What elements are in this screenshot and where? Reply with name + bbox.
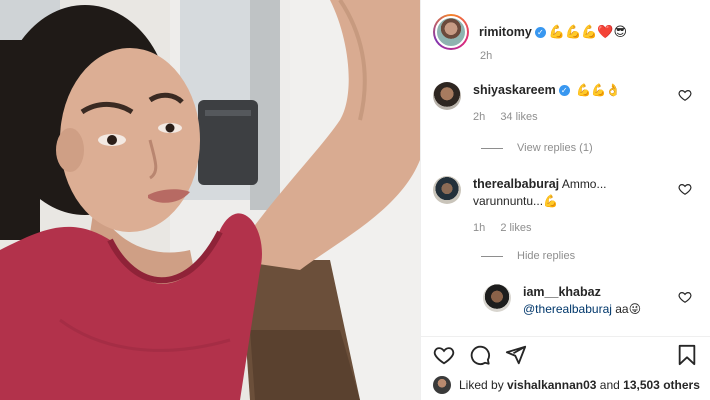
post-header: rimitomy ✓ 💪💪💪❤️😎 — [433, 14, 627, 50]
comment-item: therealbaburaj Ammo... varunnuntu...💪 1h… — [433, 176, 698, 237]
liked-by-mid: and — [599, 378, 620, 392]
view-replies-label: View replies (1) — [517, 142, 593, 154]
post-actions-bar — [421, 336, 710, 372]
reply-text: aa😜 — [611, 302, 642, 316]
reply-body: iam__khabaz @therealbaburaj aa😜 — [523, 284, 698, 318]
comment-item: shiyaskareem ✓ 💪💪👌 2h 34 likes — [433, 82, 698, 126]
comment-time[interactable]: 1h — [473, 222, 485, 234]
owner-username[interactable]: rimitomy — [479, 25, 532, 39]
post-frame: rimitomy ✓ 💪💪💪❤️😎 2h shiyaskareem ✓ 💪💪👌 2… — [0, 0, 710, 400]
share-icon[interactable] — [505, 344, 527, 366]
comment-body: therealbaburaj Ammo... varunnuntu...💪 1h… — [473, 176, 698, 237]
caption-text: 💪💪💪❤️😎 — [548, 24, 628, 39]
comment-time[interactable]: 2h — [473, 111, 485, 123]
comment-likes[interactable]: 2 likes — [500, 222, 531, 234]
liked-by-prefix: Liked by — [459, 378, 504, 392]
comment-likes[interactable]: 34 likes — [500, 111, 537, 123]
replies-divider — [481, 255, 503, 257]
post-photo[interactable] — [0, 0, 420, 400]
owner-timestamp[interactable]: 2h — [480, 50, 492, 62]
commenter-avatar[interactable] — [433, 176, 461, 204]
owner-caption: rimitomy ✓ 💪💪💪❤️😎 — [479, 24, 627, 40]
hide-replies-label: Hide replies — [517, 250, 576, 262]
hide-replies-toggle[interactable]: Hide replies — [481, 250, 575, 262]
liked-by-user[interactable]: vishalkannan03 — [507, 378, 596, 392]
replies-divider — [481, 147, 503, 149]
comment-body: shiyaskareem ✓ 💪💪👌 2h 34 likes — [473, 82, 698, 126]
selfie-illustration — [0, 0, 420, 400]
commenter-username[interactable]: shiyaskareem — [473, 83, 556, 97]
reply-item: iam__khabaz @therealbaburaj aa😜 — [483, 284, 698, 318]
like-comment-heart-icon[interactable] — [678, 182, 692, 196]
heart-icon[interactable] — [433, 344, 455, 366]
reply-username[interactable]: iam__khabaz — [523, 285, 601, 299]
like-comment-heart-icon[interactable] — [678, 88, 692, 102]
liker-avatar[interactable] — [433, 376, 451, 394]
comment-icon[interactable] — [469, 344, 491, 366]
verified-badge-icon: ✓ — [534, 26, 546, 38]
liked-by-summary: Liked by vishalkannan03 and 13,503 other… — [433, 376, 700, 394]
comment-meta: 2h 34 likes — [473, 109, 672, 126]
reply-avatar[interactable] — [483, 284, 511, 312]
bookmark-icon[interactable] — [676, 344, 698, 366]
view-replies-toggle[interactable]: View replies (1) — [481, 142, 593, 154]
commenter-username[interactable]: therealbaburaj — [473, 177, 559, 191]
comment-text: 💪💪👌 — [576, 83, 621, 97]
verified-badge-icon: ✓ — [558, 85, 570, 96]
commenter-avatar[interactable] — [433, 82, 461, 110]
reply-mention[interactable]: @therealbaburaj — [523, 302, 612, 316]
owner-avatar[interactable] — [433, 14, 469, 50]
liked-by-count[interactable]: 13,503 others — [623, 378, 700, 392]
comments-panel: rimitomy ✓ 💪💪💪❤️😎 2h shiyaskareem ✓ 💪💪👌 2… — [420, 0, 710, 400]
comment-meta: 1h 2 likes — [473, 220, 672, 237]
like-reply-heart-icon[interactable] — [678, 290, 692, 304]
